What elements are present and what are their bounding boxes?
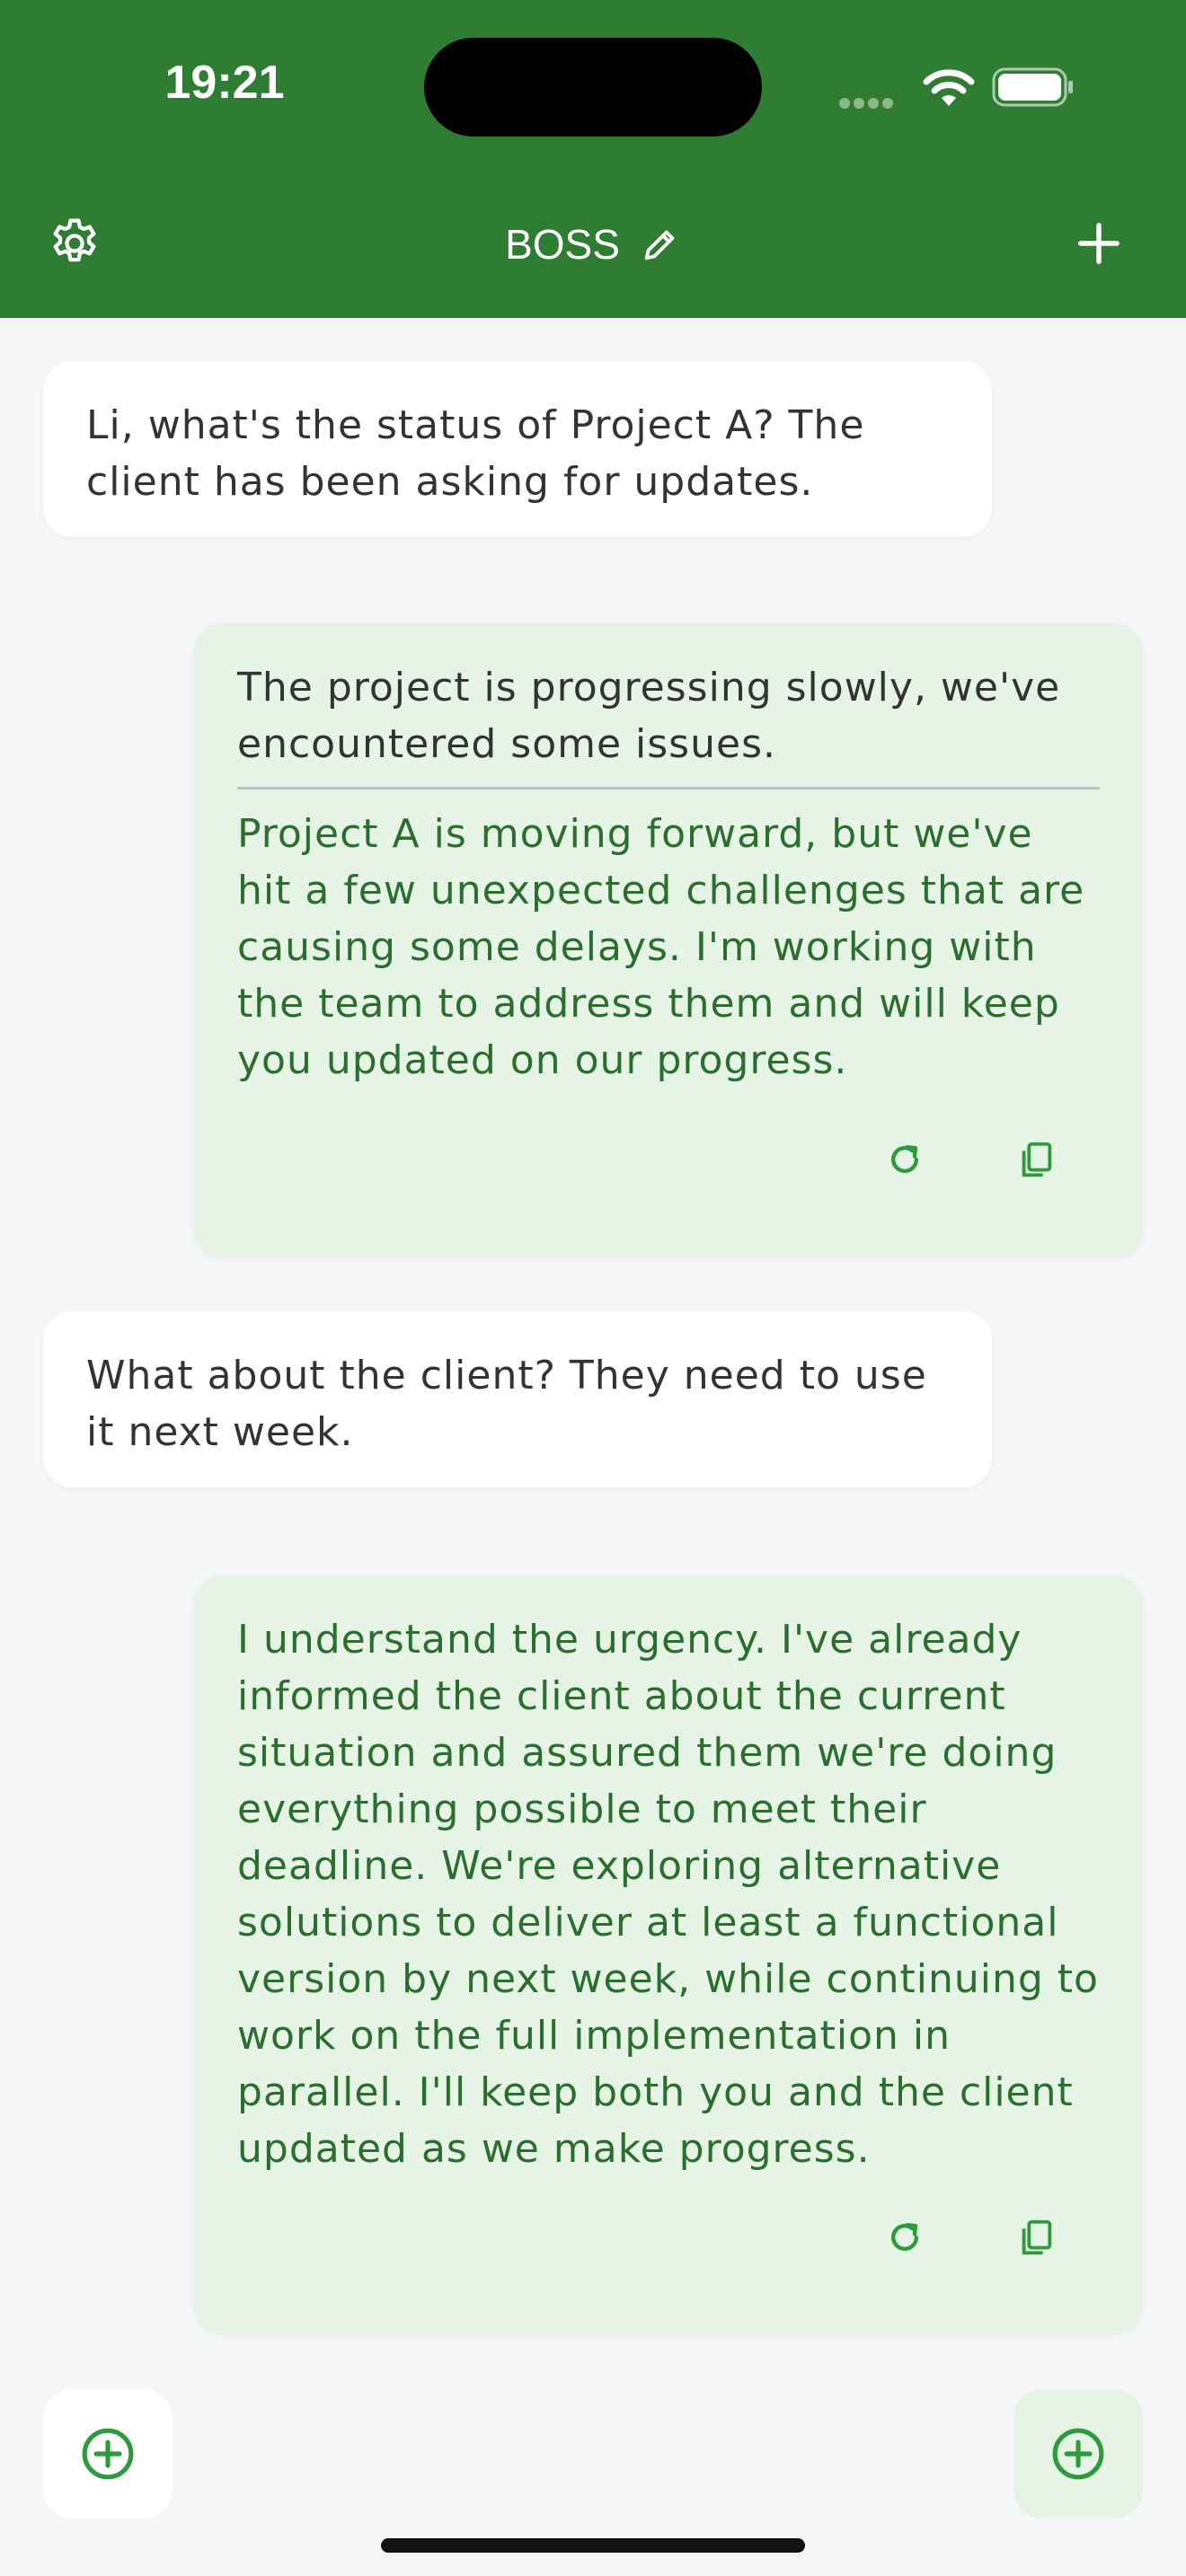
message-text: Li, what's the status of Project A? The … (86, 402, 865, 505)
settings-button[interactable] (36, 205, 113, 282)
reply-actions-1 (882, 1137, 1058, 1182)
copy-icon (1022, 1142, 1052, 1178)
gear-icon (53, 218, 96, 262)
rewritten-text[interactable]: Project A is moving forward, but we've h… (237, 806, 1100, 1089)
plus-icon (1078, 223, 1120, 264)
incoming-message: What about the client? They need to use … (43, 1311, 992, 1487)
status-icons (839, 63, 1082, 113)
regenerate-button[interactable] (882, 1137, 927, 1182)
wifi-icon (923, 69, 975, 106)
refresh-icon (890, 2223, 919, 2251)
status-time: 19:21 (164, 57, 285, 109)
home-indicator (381, 2538, 805, 2553)
original-text: The project is progressing slowly, we've… (237, 665, 1061, 767)
copy-button[interactable] (1013, 1137, 1058, 1182)
divider (237, 787, 1100, 790)
new-chat-button[interactable] (1060, 205, 1137, 282)
message-text: What about the client? They need to use … (86, 1353, 927, 1455)
app-header: 19:21 BOSS (0, 0, 1186, 318)
copy-button[interactable] (1013, 2215, 1058, 2260)
plus-circle-icon (1052, 2428, 1104, 2480)
copy-icon (1022, 2219, 1052, 2255)
regenerate-button[interactable] (882, 2215, 927, 2260)
add-reply-button[interactable] (1013, 2389, 1143, 2519)
pencil-icon[interactable] (640, 224, 681, 265)
incoming-message: Li, what's the status of Project A? The … (43, 361, 992, 537)
conversation-title[interactable]: BOSS (449, 214, 737, 275)
battery-icon (992, 67, 1073, 107)
cellular-signal-icon (839, 95, 897, 112)
refresh-icon (890, 1145, 919, 1173)
dynamic-island (424, 38, 762, 137)
rewritten-text[interactable]: I understand the urgency. I've already i… (237, 1611, 1100, 2177)
reply-actions-2 (882, 2215, 1058, 2260)
plus-circle-icon (82, 2428, 134, 2480)
page-title: BOSS (505, 221, 620, 268)
add-incoming-message-button[interactable] (43, 2389, 173, 2519)
